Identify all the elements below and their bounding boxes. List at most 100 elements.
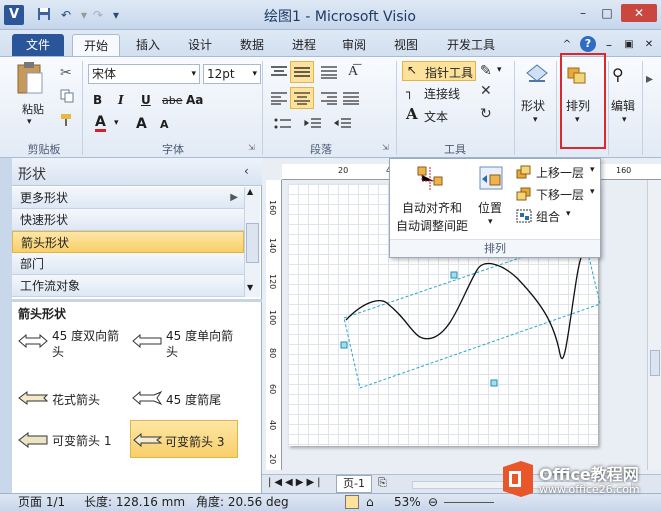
grow-font-button[interactable]: A <box>136 116 147 132</box>
stencil-item-45-single-arrow[interactable]: 45 度单向箭头 <box>130 328 246 368</box>
stencil-item-45-double-arrow[interactable]: 45 度双向箭头 <box>16 328 128 368</box>
dialog-launcher-icon[interactable]: ⇲ <box>382 143 389 152</box>
justify-icon[interactable] <box>342 91 360 108</box>
stencil-item-variable-arrow-1[interactable]: 可变箭头 1 <box>16 428 128 452</box>
pencil-dropdown-icon[interactable]: ▾ <box>497 65 502 75</box>
italic-button[interactable]: I <box>118 93 124 107</box>
paste-button[interactable]: 粘贴 <box>22 101 44 117</box>
tab-design[interactable]: 设计 <box>180 34 220 56</box>
minimize-button[interactable]: – <box>572 4 594 22</box>
page-nav-icons[interactable]: |◀◀▶▶| <box>268 477 324 488</box>
selection-handle[interactable] <box>450 271 458 279</box>
bullets-icon[interactable] <box>274 117 292 134</box>
save-icon[interactable] <box>36 7 52 23</box>
stencil-item-fancy-arrow[interactable]: 花式箭头 <box>16 388 128 410</box>
align-left-icon[interactable] <box>270 91 288 108</box>
shrink-font-button[interactable]: A <box>160 118 169 131</box>
category-quick-shapes[interactable]: 快速形状 <box>12 209 244 231</box>
edit-dropdown-icon[interactable]: ▾ <box>622 115 627 125</box>
align-bottom-icon[interactable] <box>320 65 338 82</box>
scroll-down-icon[interactable]: ▼ <box>247 283 253 292</box>
presentation-icon[interactable]: ⌂ <box>366 494 374 511</box>
align-right-icon[interactable] <box>320 91 338 108</box>
stencil-item-45-tail[interactable]: 45 度箭尾 <box>130 388 246 410</box>
close-button[interactable]: ✕ <box>621 4 657 22</box>
ribbon-overflow-icon[interactable]: ▸ <box>646 71 653 87</box>
align-center-icon[interactable] <box>290 87 314 109</box>
page-tab-1[interactable]: 页-1 <box>336 475 372 493</box>
category-department[interactable]: 部门 <box>12 253 244 275</box>
tab-view[interactable]: 视图 <box>386 34 426 56</box>
edit-group-button[interactable]: 编辑 <box>611 97 635 114</box>
insert-page-icon[interactable]: ⎘ <box>378 476 387 490</box>
category-more-shapes[interactable]: 更多形状 ▶ <box>12 187 244 209</box>
close-x-icon[interactable]: ✕ <box>480 83 492 99</box>
indent-icon[interactable] <box>304 117 322 134</box>
underline-button[interactable]: U <box>141 93 151 107</box>
tab-process[interactable]: 进程 <box>284 34 324 56</box>
selection-handle[interactable] <box>490 379 498 387</box>
scroll-up-icon[interactable]: ▲ <box>247 187 253 196</box>
freeform-curve[interactable] <box>345 249 585 360</box>
help-icon[interactable]: ? <box>580 36 596 52</box>
status-zoom[interactable]: 53% <box>394 494 421 511</box>
scrollbar-thumb[interactable] <box>246 223 259 263</box>
maximize-button[interactable]: □ <box>596 4 618 22</box>
font-color-dropdown-icon[interactable]: ▾ <box>114 118 119 128</box>
shape-group-button[interactable]: 形状 <box>521 97 545 114</box>
tab-review[interactable]: 审阅 <box>334 34 374 56</box>
tab-home[interactable]: 开始 <box>72 34 120 56</box>
font-size-select[interactable]: 12pt ▾ <box>203 64 261 84</box>
category-workflow-objects[interactable]: 工作流对象 <box>12 275 244 297</box>
tab-developer[interactable]: 开发工具 <box>440 34 502 56</box>
bold-button[interactable]: B <box>93 93 102 107</box>
pointer-tool-button[interactable]: ↖ 指针工具 <box>402 61 476 81</box>
change-case-button[interactable]: Aa <box>186 93 203 107</box>
text-rotate-icon[interactable]: A͞ <box>348 63 358 80</box>
visio-app-icon[interactable]: V <box>4 5 24 25</box>
position-button[interactable]: 位置 <box>478 199 502 216</box>
qat-menu-icon[interactable]: ▾ <box>108 7 124 23</box>
format-painter-icon[interactable] <box>60 113 74 130</box>
tab-insert[interactable]: 插入 <box>128 34 168 56</box>
send-backward-button[interactable]: 下移一层 ▾ <box>516 185 600 203</box>
undo-icon[interactable]: ↶ <box>58 7 74 23</box>
scrollbar-thumb[interactable] <box>650 350 660 376</box>
shape-dropdown-icon[interactable]: ▾ <box>533 115 538 125</box>
stencil-item-variable-arrow-3[interactable]: 可变箭头 3 <box>130 420 238 458</box>
auto-space-button[interactable]: 自动调整间距 <box>396 217 468 234</box>
paste-icon[interactable] <box>14 61 46 101</box>
selection-handle[interactable] <box>340 341 348 349</box>
tab-file[interactable]: 文件 <box>12 34 64 56</box>
text-tool-button[interactable]: 文本 <box>424 108 448 125</box>
align-middle-icon[interactable] <box>290 61 314 83</box>
vertical-scrollbar[interactable] <box>647 180 661 470</box>
font-family-select[interactable]: 宋体 ▾ <box>88 64 200 84</box>
group-button[interactable]: 组合 ▾ <box>516 207 600 225</box>
auto-align-button[interactable]: 自动对齐和 <box>402 199 462 216</box>
zoom-slider[interactable] <box>444 502 494 503</box>
position-dropdown-icon[interactable]: ▾ <box>488 217 493 227</box>
find-binoculars-icon[interactable]: ⚲ <box>612 65 624 84</box>
full-screen-icon[interactable] <box>345 495 359 509</box>
status-page[interactable]: 页面 1/1 <box>18 494 65 511</box>
pencil-icon[interactable]: ✎ <box>480 63 492 79</box>
align-top-icon[interactable] <box>270 65 288 82</box>
paste-dropdown-icon[interactable]: ▾ <box>27 117 32 127</box>
shape-styles-icon[interactable] <box>524 63 550 92</box>
outdent-icon[interactable] <box>333 117 352 134</box>
copy-icon[interactable] <box>60 89 74 106</box>
collapse-panel-icon[interactable]: ‹ <box>244 164 249 178</box>
zoom-out-icon[interactable]: ⊖ <box>428 494 438 511</box>
tab-data[interactable]: 数据 <box>232 34 272 56</box>
font-color-button[interactable]: A <box>95 115 106 132</box>
bring-forward-button[interactable]: 上移一层 ▾ <box>516 163 600 181</box>
redo-icon[interactable]: ↷ <box>90 7 106 23</box>
doc-close-button[interactable]: ✕ <box>642 34 656 56</box>
dialog-launcher-icon[interactable]: ⇲ <box>248 143 255 152</box>
connector-tool-button[interactable]: 连接线 <box>424 85 460 102</box>
splitter[interactable] <box>12 299 262 302</box>
doc-restore-button[interactable]: ▣ <box>622 34 636 56</box>
strikethrough-button[interactable]: abe <box>162 94 183 107</box>
category-scrollbar[interactable]: ▲ ▼ <box>244 187 260 297</box>
